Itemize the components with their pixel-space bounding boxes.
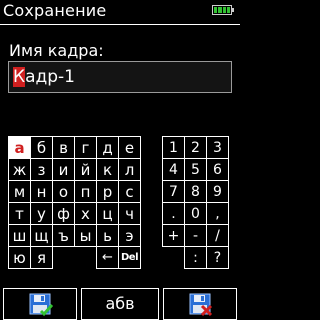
- letter-key[interactable]: л: [118, 158, 141, 181]
- letter-key[interactable]: п: [74, 180, 97, 203]
- letter-key[interactable]: а: [8, 136, 31, 159]
- numpad-row: :?: [162, 246, 229, 269]
- letter-key[interactable]: э: [118, 224, 141, 247]
- letter-empty-cell: [74, 246, 97, 269]
- letter-key[interactable]: к: [96, 158, 119, 181]
- frame-name-label: Имя кадра:: [9, 41, 104, 60]
- numpad-key[interactable]: 8: [184, 180, 207, 203]
- input-mode-label: абв: [105, 294, 135, 313]
- letter-key[interactable]: с: [118, 180, 141, 203]
- letter-row: шщъыьэ: [8, 224, 141, 247]
- numpad-key[interactable]: 7: [162, 180, 185, 203]
- letter-key[interactable]: ц: [96, 202, 119, 225]
- letter-key[interactable]: ж: [8, 158, 31, 181]
- numpad-key[interactable]: .: [162, 202, 185, 225]
- letter-key[interactable]: о: [52, 180, 75, 203]
- frame-name-rest: адр-1: [25, 67, 75, 87]
- letter-keyboard: а б в г д е ж з и й к л м н о п р с т у ф х ц ч ш щ ъ ы ь э ю я ← Del: [8, 136, 141, 269]
- letter-key[interactable]: у: [30, 202, 53, 225]
- letter-row: мнопрс: [8, 180, 141, 203]
- letter-key[interactable]: ю: [8, 246, 31, 269]
- floppy-save-check-icon: [29, 293, 53, 317]
- letter-key[interactable]: т: [8, 202, 31, 225]
- letter-key[interactable]: ъ: [52, 224, 75, 247]
- letter-key[interactable]: е: [118, 136, 141, 159]
- battery-icon: [212, 5, 232, 15]
- numpad-key[interactable]: ?: [206, 246, 229, 269]
- floppy-cancel-x-icon: [189, 293, 213, 317]
- numpad-key[interactable]: +: [162, 224, 185, 247]
- page-title: Сохранение: [3, 1, 107, 20]
- letter-key[interactable]: д: [96, 136, 119, 159]
- delete-key[interactable]: Del: [118, 246, 141, 269]
- letter-row: туфхцч: [8, 202, 141, 225]
- numpad-key[interactable]: 0: [184, 202, 207, 225]
- numpad-row: + - /: [162, 224, 229, 247]
- letter-key[interactable]: ф: [52, 202, 75, 225]
- battery-cell: [218, 7, 222, 13]
- battery-cell: [226, 7, 230, 13]
- numpad-row: 123: [162, 136, 229, 159]
- letter-key[interactable]: ь: [96, 224, 119, 247]
- numpad-row: 789: [162, 180, 229, 203]
- battery-cell: [214, 7, 218, 13]
- input-mode-button[interactable]: абв: [81, 288, 159, 320]
- numpad-key[interactable]: 3: [206, 136, 229, 159]
- numpad-empty-cell: [162, 246, 185, 269]
- letter-key[interactable]: х: [74, 202, 97, 225]
- numeric-keypad: 1 2 3 4 5 6 7 8 9. 0, + - /:?: [162, 136, 229, 269]
- letter-key[interactable]: в: [52, 136, 75, 159]
- save-button[interactable]: [3, 288, 77, 320]
- letter-row: жзийкл: [8, 158, 141, 181]
- letter-key[interactable]: ч: [118, 202, 141, 225]
- title-bar: Сохранение: [0, 0, 240, 24]
- letter-row: абвгде: [8, 136, 141, 159]
- backspace-key[interactable]: ←: [96, 246, 119, 269]
- numpad-key[interactable]: 5: [184, 158, 207, 181]
- letter-key[interactable]: и: [52, 158, 75, 181]
- battery-cell: [222, 7, 226, 13]
- numpad-row: 456: [162, 158, 229, 181]
- letter-empty-cell: [52, 246, 75, 269]
- letter-key[interactable]: р: [96, 180, 119, 203]
- frame-name-value: Кадр-1: [13, 67, 75, 87]
- letter-key[interactable]: й: [74, 158, 97, 181]
- battery-tip: [232, 8, 234, 12]
- numpad-key[interactable]: 2: [184, 136, 207, 159]
- letter-key[interactable]: я: [30, 246, 53, 269]
- letter-key[interactable]: б: [30, 136, 53, 159]
- letter-key[interactable]: м: [8, 180, 31, 203]
- letter-key[interactable]: ш: [8, 224, 31, 247]
- letter-key[interactable]: з: [30, 158, 53, 181]
- numpad-key[interactable]: 4: [162, 158, 185, 181]
- letter-key[interactable]: н: [30, 180, 53, 203]
- numpad-key[interactable]: -: [184, 224, 207, 247]
- numpad-key[interactable]: 1: [162, 136, 185, 159]
- letter-row: ю я ← Del: [8, 246, 141, 269]
- numpad-key[interactable]: :: [184, 246, 207, 269]
- numpad-row: .0,: [162, 202, 229, 225]
- letter-key[interactable]: г: [74, 136, 97, 159]
- letter-key[interactable]: щ: [30, 224, 53, 247]
- title-divider: [0, 24, 240, 25]
- cancel-button[interactable]: [163, 288, 237, 320]
- letter-key[interactable]: ы: [74, 224, 97, 247]
- numpad-key[interactable]: 9: [206, 180, 229, 203]
- text-cursor: К: [13, 67, 26, 87]
- numpad-key[interactable]: /: [206, 224, 229, 247]
- frame-name-input[interactable]: Кадр-1: [8, 61, 232, 93]
- numpad-key[interactable]: ,: [206, 202, 229, 225]
- numpad-key[interactable]: 6: [206, 158, 229, 181]
